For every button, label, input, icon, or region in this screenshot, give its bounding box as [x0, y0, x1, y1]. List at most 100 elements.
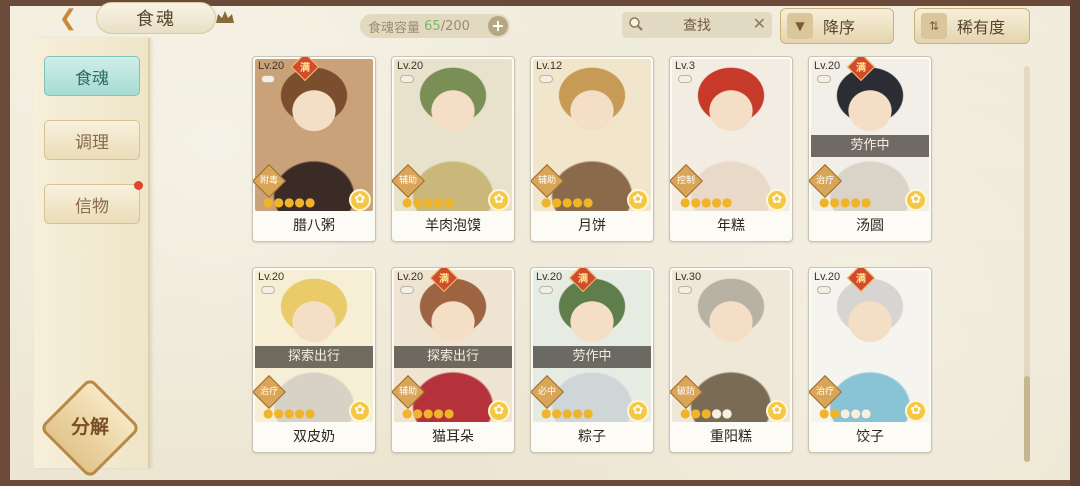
capacity-indicator: 食魂容量 65/200 +	[360, 14, 510, 38]
flower-icon: ✿	[627, 400, 649, 422]
role-label: 破防	[676, 387, 695, 397]
back-button[interactable]: ❮	[48, 4, 88, 32]
scrollbar-thumb[interactable]	[1024, 376, 1030, 462]
star-rating: ●●●●●	[541, 195, 594, 209]
flower-icon: ✿	[905, 189, 927, 211]
flower-icon: ✿	[488, 400, 510, 422]
window-frame-bottom	[0, 480, 1080, 486]
star-rating: ●●●●●	[819, 195, 872, 209]
role-label: 控制	[676, 176, 695, 186]
soul-name: 月饼	[578, 218, 606, 234]
level-bar	[539, 75, 553, 83]
role-label: 辅助	[398, 176, 417, 186]
flower-icon: ✿	[766, 400, 788, 422]
soul-name: 双皮奶	[293, 429, 335, 445]
role-label: 辅助	[537, 176, 556, 186]
sort-down-icon: ▼	[787, 13, 813, 39]
search-icon	[629, 17, 643, 31]
star-rating: ●●●●●	[680, 195, 733, 209]
level-bar	[678, 75, 692, 83]
maxed-badge-label: 满	[856, 274, 866, 285]
soul-name: 羊肉泡馍	[425, 218, 481, 234]
scrollbar[interactable]	[1024, 66, 1030, 462]
level-bar	[539, 286, 553, 294]
soul-name: 腊八粥	[293, 218, 335, 234]
expand-capacity-button[interactable]: +	[488, 16, 508, 36]
soul-card[interactable]: Lv.12 辅助 ●●●●● ✿ 月饼	[530, 56, 654, 242]
star-rating: ●●●●●	[402, 406, 455, 420]
star-rating: ●●●●●	[402, 195, 455, 209]
star-rating: ●●●●●	[819, 406, 872, 420]
sidebar-item-souls[interactable]: 食魂	[44, 56, 140, 96]
level-bar	[678, 286, 692, 294]
search-input[interactable]: 查找 ✕	[622, 12, 772, 38]
soul-card[interactable]: Lv.20 满劳作中必中 ●●●●● ✿ 粽子	[530, 267, 654, 453]
soul-card[interactable]: Lv.20 满劳作中 治疗 ●●●●● ✿ 汤圆	[808, 56, 932, 242]
level-label: Lv.20	[258, 60, 285, 72]
role-label: 治疗	[815, 176, 834, 186]
sidebar-item-cooking[interactable]: 调理	[44, 120, 140, 160]
role-label: 治疗	[815, 387, 834, 397]
level-bar	[817, 75, 831, 83]
level-label: Lv.20	[397, 60, 424, 72]
soul-card[interactable]: Lv.20 满治疗 ●●●●● ✿ 饺子	[808, 267, 932, 453]
status-banner: 探索出行	[255, 346, 373, 368]
soul-name: 汤圆	[856, 218, 884, 234]
star-rating: ●●●●●	[263, 195, 316, 209]
star-rating: ●●●●●	[263, 406, 316, 420]
status-banner: 探索出行	[394, 346, 512, 368]
soul-name: 年糕	[717, 218, 745, 234]
crown-icon[interactable]	[214, 9, 236, 25]
level-label: Lv.20	[397, 271, 424, 283]
level-bar	[400, 75, 414, 83]
soul-card[interactable]: Lv.20 辅助 ●●●●● ✿ 羊肉泡馍	[391, 56, 515, 242]
soul-card[interactable]: Lv.20 满探索出行辅助 ●●●●● ✿ 猫耳朵	[391, 267, 515, 453]
clear-search-icon[interactable]: ✕	[753, 14, 766, 33]
soul-card[interactable]: Lv.20 满附毒 ●●●●● ✿ 腊八粥	[252, 56, 376, 242]
flower-icon: ✿	[349, 189, 371, 211]
maxed-badge-label: 满	[300, 63, 310, 74]
soul-card[interactable]: Lv.3 控制 ●●●●● ✿ 年糕	[669, 56, 793, 242]
flower-icon: ✿	[488, 189, 510, 211]
maxed-badge-label: 满	[856, 63, 866, 74]
sidebar-item-tokens[interactable]: 信物	[44, 181, 143, 224]
sort-toggle-icon: ⇅	[921, 13, 947, 39]
role-label: 辅助	[398, 387, 417, 397]
level-bar	[261, 286, 275, 294]
star-rating: ●●●●●	[541, 406, 594, 420]
maxed-badge-label: 满	[439, 274, 449, 285]
level-label: Lv.20	[258, 271, 285, 283]
role-label: 附毒	[259, 176, 278, 186]
flower-icon: ✿	[349, 400, 371, 422]
flower-icon: ✿	[905, 400, 927, 422]
level-label: Lv.30	[675, 271, 702, 283]
page-title: 食魂	[96, 2, 216, 34]
sort-order-button[interactable]: ▼ 降序	[780, 8, 894, 44]
status-banner: 劳作中	[533, 346, 651, 368]
maxed-badge-label: 满	[578, 274, 588, 285]
back-arrow-icon: ❮	[58, 5, 78, 31]
level-bar	[817, 286, 831, 294]
soul-card[interactable]: Lv.20 探索出行治疗 ●●●●● ✿ 双皮奶	[252, 267, 376, 453]
level-bar	[261, 75, 275, 83]
soul-name: 猫耳朵	[432, 429, 474, 445]
level-label: Lv.20	[814, 60, 841, 72]
soul-name: 饺子	[856, 429, 884, 445]
role-label: 治疗	[259, 387, 278, 397]
sort-by-button[interactable]: ⇅ 稀有度	[914, 8, 1030, 44]
soul-name: 重阳糕	[710, 429, 752, 445]
notification-dot	[134, 181, 143, 190]
flower-icon: ✿	[766, 189, 788, 211]
decompose-label: 分解	[70, 416, 109, 438]
soul-card[interactable]: Lv.30 破防 ●●●●● ✿ 重阳糕	[669, 267, 793, 453]
level-label: Lv.20	[536, 271, 563, 283]
level-label: Lv.12	[536, 60, 563, 72]
level-bar	[400, 286, 414, 294]
star-rating: ●●●●●	[680, 406, 733, 420]
window-frame-left	[0, 0, 10, 486]
role-label: 必中	[537, 387, 556, 397]
flower-icon: ✿	[627, 189, 649, 211]
soul-name: 粽子	[578, 429, 606, 445]
window-frame-right	[1070, 0, 1080, 486]
level-label: Lv.20	[814, 271, 841, 283]
